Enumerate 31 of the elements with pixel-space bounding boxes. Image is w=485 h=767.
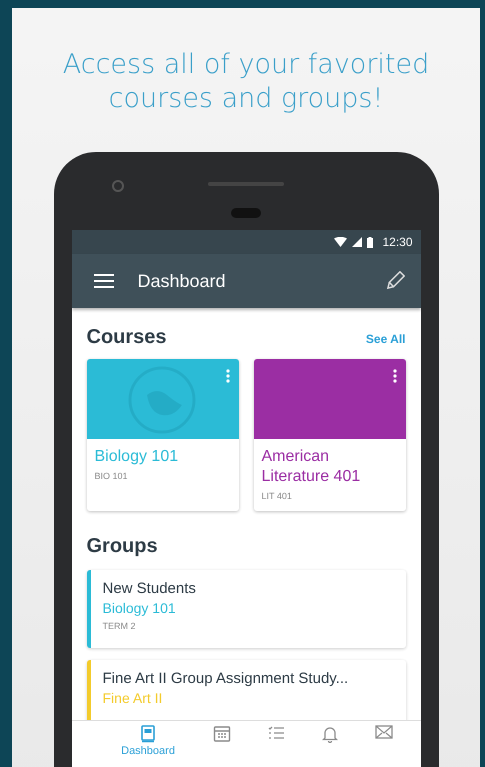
group-course: Biology 101: [102, 600, 177, 616]
headline: Access all of your favorited courses and groups!: [62, 48, 430, 116]
course-name: Biology 101: [94, 447, 180, 467]
group-name: New Students: [102, 580, 197, 597]
course-code: BIO 101: [94, 471, 129, 481]
bell-icon: [322, 725, 338, 743]
pencil-icon[interactable]: [384, 271, 404, 291]
more-options-icon[interactable]: [392, 369, 396, 383]
section-heading: Groups: [86, 535, 158, 558]
course-card[interactable]: American Literature 401 LIT 401: [254, 359, 406, 511]
section-heading: Courses: [86, 326, 167, 349]
group-course: Fine Art II: [102, 690, 164, 706]
checklist-icon: [266, 725, 285, 741]
calendar-icon: [212, 725, 231, 743]
camera-lens: [112, 180, 124, 192]
battery-icon: [367, 236, 374, 248]
book-icon: [141, 725, 156, 743]
group-card[interactable]: New Students Biology 101 TERM 2: [86, 570, 406, 648]
menu-icon[interactable]: [94, 274, 114, 288]
clock: 12:30: [382, 235, 412, 249]
sensor-slot: [231, 208, 261, 218]
course-card[interactable]: Biology 101 BIO 101: [86, 359, 238, 511]
course-code: LIT 401: [262, 491, 293, 501]
signal-icon: [352, 237, 362, 247]
group-name: Fine Art II Group Assignment Study...: [102, 670, 350, 687]
envelope-icon: [374, 725, 393, 739]
group-term: TERM 2: [102, 621, 137, 631]
screen-title: Dashboard: [138, 270, 227, 292]
group-card[interactable]: Fine Art II Group Assignment Study... Fine Art II: [86, 660, 406, 720]
wifi-icon: [334, 237, 348, 247]
course-name: American Literature 401: [262, 447, 362, 487]
